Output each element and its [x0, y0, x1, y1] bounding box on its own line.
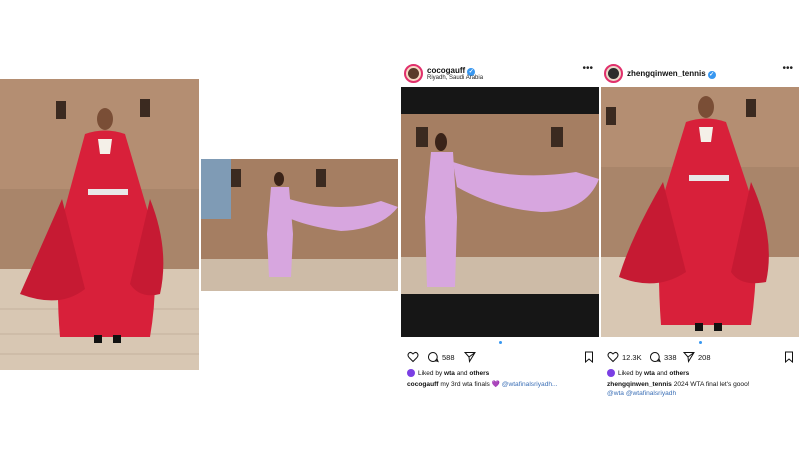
caption-username[interactable]: zhengqinwen_tennis	[607, 381, 672, 388]
liked-by-user[interactable]: wta	[444, 370, 455, 377]
instagram-post: cocogauff✓ Riyadh, Saudi Arabia ••• 588	[401, 60, 599, 400]
save-button[interactable]	[783, 350, 795, 364]
username-text[interactable]: zhengqinwen_tennis	[627, 69, 706, 78]
avatar[interactable]	[404, 64, 423, 83]
caption-mention[interactable]: @wtafinalsriyadh...	[502, 381, 558, 388]
caption-username[interactable]: cocogauff	[407, 381, 439, 388]
liked-by-prefix: Liked by	[418, 369, 443, 377]
like-button[interactable]	[407, 350, 419, 364]
comment-count: 338	[664, 352, 677, 362]
liked-by-user[interactable]: wta	[644, 370, 655, 377]
avatar[interactable]	[604, 64, 623, 83]
comment-icon	[649, 351, 661, 363]
verified-icon: ✓	[707, 71, 716, 79]
bookmark-icon	[785, 351, 793, 363]
username-text[interactable]: cocogauff	[427, 66, 465, 75]
photo-red-dress	[0, 79, 199, 370]
post-image[interactable]	[401, 87, 599, 337]
post-actions: 588	[407, 350, 595, 364]
heart-icon	[607, 351, 619, 363]
instagram-post: zhengqinwen_tennis ✓ ••• 12.3K 338 208 L…	[601, 60, 799, 400]
comment-button[interactable]: 588	[427, 350, 455, 364]
like-count: 588	[442, 352, 455, 362]
post-actions: 12.3K 338 208	[607, 350, 795, 364]
send-icon	[464, 352, 476, 363]
share-button[interactable]	[464, 350, 476, 364]
more-icon[interactable]: •••	[582, 64, 593, 74]
liked-by-and: and	[656, 369, 668, 377]
post-caption: zhengqinwen_tennis 2024 WTA final let's …	[607, 380, 797, 398]
carousel-indicator	[601, 341, 799, 344]
location[interactable]: Riyadh, Saudi Arabia	[427, 75, 483, 81]
liked-by-avatar	[607, 369, 615, 377]
purple-heart-emoji: 💜	[491, 381, 500, 388]
liked-by-prefix: Liked by	[618, 369, 643, 377]
caption-mention-2[interactable]: @wtafinalsriyadh	[626, 390, 676, 397]
like-button[interactable]: 12.3K	[607, 350, 642, 364]
post-image[interactable]	[601, 87, 799, 337]
comment-button[interactable]: 338	[649, 350, 677, 364]
liked-by-others[interactable]: others	[469, 370, 489, 377]
share-count: 208	[698, 352, 711, 362]
heart-icon	[407, 351, 419, 363]
bookmark-icon	[585, 351, 593, 363]
like-count: 12.3K	[622, 352, 642, 362]
liked-by-avatar	[407, 369, 415, 377]
post-header: cocogauff ✓ Riyadh, Saudi Arabia •••	[401, 60, 599, 86]
carousel-indicator	[401, 341, 599, 344]
liked-by[interactable]: Liked by wta and others	[607, 369, 689, 377]
liked-by-others[interactable]: others	[669, 370, 689, 377]
post-header: zhengqinwen_tennis ✓ •••	[601, 60, 799, 86]
save-button[interactable]	[583, 350, 595, 364]
liked-by[interactable]: Liked by wta and others	[407, 369, 489, 377]
caption-text: 2024 WTA final let's gooo!	[673, 381, 750, 388]
liked-by-and: and	[456, 369, 468, 377]
comment-icon	[427, 351, 439, 363]
post-caption: cocogauff my 3rd wta finals 💜 @wtafinals…	[407, 380, 597, 389]
more-icon[interactable]: •••	[782, 64, 793, 74]
photo-lilac-dress	[201, 159, 398, 291]
username[interactable]: zhengqinwen_tennis ✓	[627, 69, 716, 79]
share-button[interactable]: 208	[683, 350, 711, 364]
caption-text: my 3rd wta finals	[440, 381, 490, 388]
caption-mention[interactable]: @wta	[607, 390, 624, 397]
send-icon	[683, 352, 695, 363]
